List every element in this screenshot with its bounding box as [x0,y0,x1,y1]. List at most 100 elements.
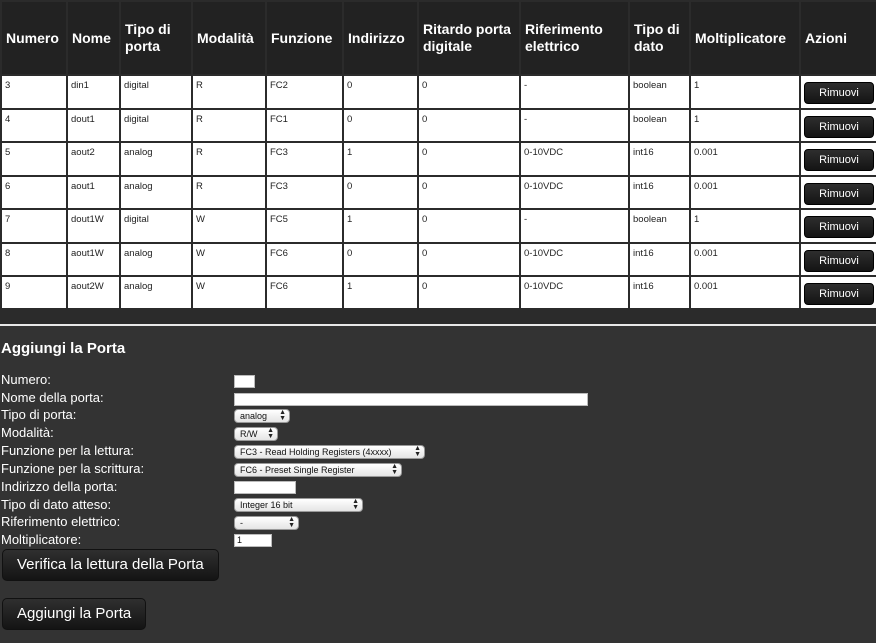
numero-input[interactable] [234,375,255,388]
cell-funzione: FC1 [267,109,342,141]
col-header-funzione: Funzione [267,2,342,74]
add-port-button[interactable]: Aggiungi la Porta [2,598,147,630]
cell-riferimento: - [521,109,628,141]
cell-riferimento: 0-10VDC [521,143,628,175]
select-arrows-icon: ▲ ▼ [414,445,421,458]
cell-tipo-dato: boolean [630,109,689,141]
modalita-label: Modalità: [1,425,54,440]
cell-nome: din1 [68,76,119,108]
tipo-porta-select[interactable]: analog ▲ ▼ [234,409,290,423]
tipo-porta-value: analog [240,411,268,421]
cell-azioni: Rimuovi [801,76,876,108]
select-arrows-icon: ▲ ▼ [288,516,295,529]
table-header-row: Numero Nome Tipo di porta Modalità Funzi… [2,2,876,74]
cell-tipo-porta: analog [121,143,191,175]
cell-tipo-dato: int16 [630,277,689,309]
cell-azioni: Rimuovi [801,109,876,141]
table-row: 3 din1 digital R FC2 0 0 - boolean 1 Rim… [2,76,876,108]
cell-tipo-porta: digital [121,210,191,242]
cell-numero: 7 [2,210,66,242]
remove-button[interactable]: Rimuovi [804,182,874,205]
nome-porta-input[interactable] [234,393,588,406]
cell-funzione: FC5 [267,210,342,242]
cell-azioni: Rimuovi [801,176,876,208]
cell-tipo-dato: boolean [630,76,689,108]
col-header-ritardo: Ritardo porta digitale [419,2,519,74]
cell-ritardo: 0 [419,109,519,141]
nome-porta-label: Nome della porta: [1,390,104,405]
table-row: 8 aout1W analog W FC6 0 0 0-10VDC int16 … [2,243,876,275]
tipo-porta-label: Tipo di porta: [1,407,77,422]
cell-indirizzo: 1 [344,277,417,309]
cell-nome: dout1W [68,210,119,242]
cell-azioni: Rimuovi [801,277,876,309]
cell-tipo-dato: boolean [630,210,689,242]
remove-button[interactable]: Rimuovi [804,216,874,238]
col-header-riferimento: Riferimento elettrico [521,2,628,74]
cell-riferimento: - [521,76,628,108]
indirizzo-input[interactable] [234,481,296,494]
tipo-dato-value: Integer 16 bit [240,500,293,510]
add-port-title: Aggiungi la Porta [1,340,126,357]
col-header-modalita: Modalità [193,2,265,74]
table-row: 6 aout1 analog R FC3 0 0 0-10VDC int16 0… [2,176,876,208]
remove-button[interactable]: Rimuovi [804,283,874,305]
cell-indirizzo: 0 [344,76,417,108]
cell-nome: dout1 [68,109,119,141]
remove-button[interactable]: Rimuovi [804,249,874,272]
tipo-dato-select[interactable]: Integer 16 bit ▲ ▼ [234,498,363,512]
select-arrows-icon: ▲ ▼ [279,409,286,422]
remove-button[interactable]: Rimuovi [804,82,874,104]
funzione-lettura-select[interactable]: FC3 - Read Holding Registers (4xxxx) ▲ ▼ [234,445,425,459]
cell-moltiplicatore: 1 [691,109,799,141]
cell-nome: aout1W [68,243,119,275]
cell-tipo-porta: analog [121,277,191,309]
cell-riferimento: - [521,210,628,242]
cell-moltiplicatore: 0.001 [691,143,799,175]
table-row: 5 aout2 analog R FC3 1 0 0-10VDC int16 0… [2,143,876,175]
cell-modalita: R [193,176,265,208]
table-row: 7 dout1W digital W FC5 1 0 - boolean 1 R… [2,210,876,242]
col-header-tipo-dato: Tipo di dato [630,2,689,74]
cell-funzione: FC6 [267,243,342,275]
cell-funzione: FC3 [267,143,342,175]
cell-tipo-dato: int16 [630,143,689,175]
cell-modalita: W [193,277,265,309]
riferimento-select[interactable]: - ▲ ▼ [234,516,299,530]
col-header-indirizzo: Indirizzo [344,2,417,74]
indirizzo-label: Indirizzo della porta: [1,479,118,494]
cell-numero: 5 [2,143,66,175]
verify-port-button[interactable]: Verifica la lettura della Porta [2,549,219,581]
cell-ritardo: 0 [419,243,519,275]
funzione-lettura-value: FC3 - Read Holding Registers (4xxxx) [240,447,392,457]
funzione-scrittura-value: FC6 - Preset Single Register [240,465,355,475]
cell-ritardo: 0 [419,277,519,309]
cell-modalita: R [193,76,265,108]
select-arrows-icon: ▲ ▼ [391,463,398,476]
riferimento-label: Riferimento elettrico: [1,514,121,529]
select-arrows-icon: ▲ ▼ [352,498,359,511]
cell-numero: 8 [2,243,66,275]
modalita-select[interactable]: R/W ▲ ▼ [234,427,278,441]
cell-riferimento: 0-10VDC [521,277,628,309]
cell-moltiplicatore: 0.001 [691,243,799,275]
cell-azioni: Rimuovi [801,243,876,275]
cell-modalita: W [193,210,265,242]
cell-numero: 4 [2,109,66,141]
cell-tipo-porta: digital [121,76,191,108]
cell-tipo-porta: analog [121,176,191,208]
riferimento-value: - [240,518,243,528]
cell-indirizzo: 1 [344,210,417,242]
cell-modalita: R [193,109,265,141]
funzione-scrittura-label: Funzione per la scrittura: [1,461,145,476]
cell-tipo-porta: analog [121,243,191,275]
cell-ritardo: 0 [419,176,519,208]
remove-button[interactable]: Rimuovi [804,149,874,171]
cell-moltiplicatore: 0.001 [691,176,799,208]
cell-riferimento: 0-10VDC [521,176,628,208]
remove-button[interactable]: Rimuovi [804,115,874,138]
select-arrows-icon: ▲ ▼ [267,427,274,440]
cell-azioni: Rimuovi [801,210,876,242]
funzione-scrittura-select[interactable]: FC6 - Preset Single Register ▲ ▼ [234,463,402,477]
moltiplicatore-input[interactable]: 1 [234,534,272,547]
